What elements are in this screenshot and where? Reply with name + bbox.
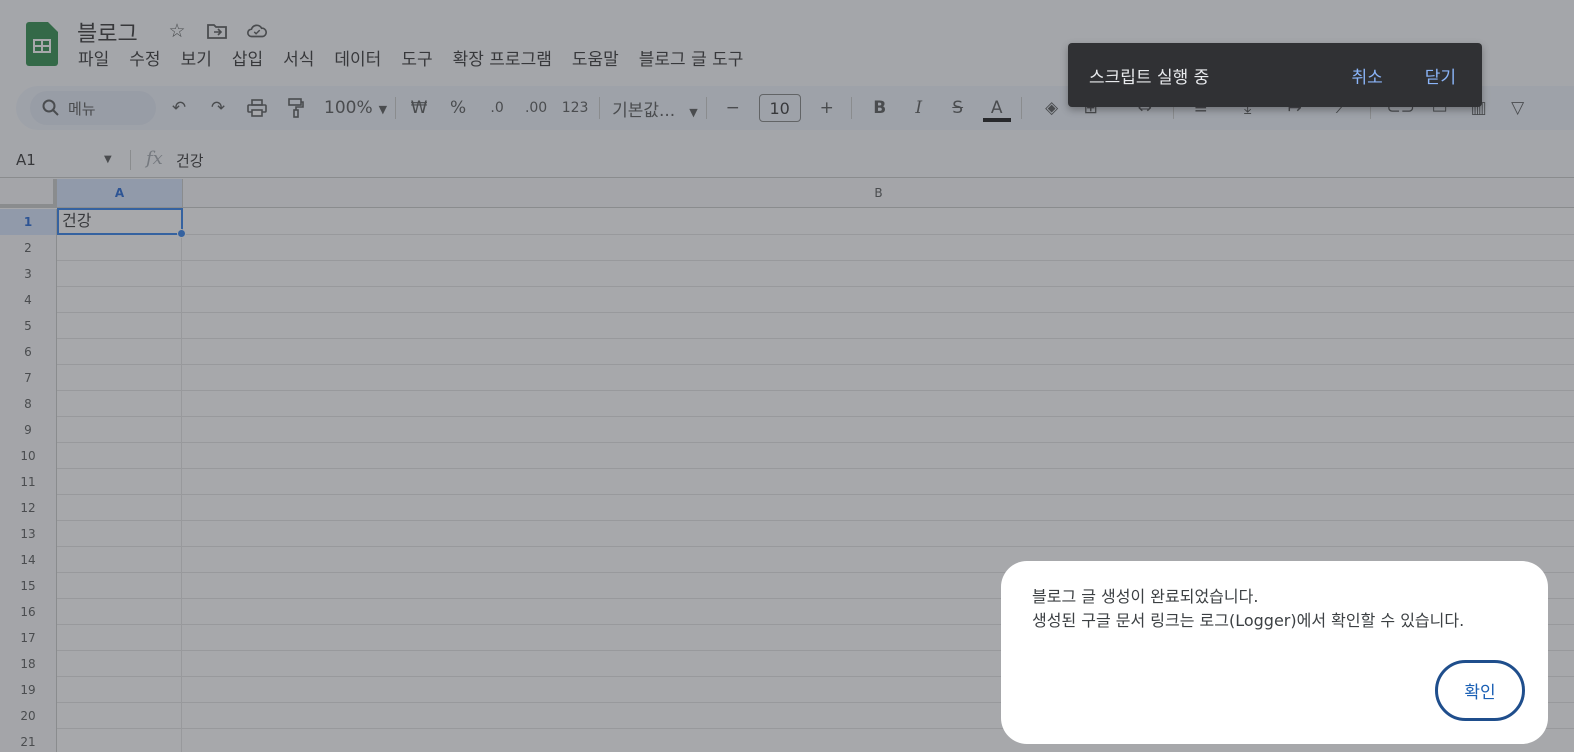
close-button[interactable]: 닫기 — [1425, 63, 1456, 88]
dialog-message: 블로그 글 생성이 완료되었습니다. 생성된 구글 문서 링크는 로그(Logg… — [1032, 585, 1464, 633]
alert-dialog: 블로그 글 생성이 완료되었습니다. 생성된 구글 문서 링크는 로그(Logg… — [1001, 561, 1548, 744]
script-running-snackbar: 스크립트 실행 중 취소 닫기 — [1068, 43, 1482, 107]
dialog-line-2: 생성된 구글 문서 링크는 로그(Logger)에서 확인할 수 있습니다. — [1032, 611, 1465, 630]
snackbar-message: 스크립트 실행 중 — [1089, 67, 1210, 88]
dialog-line-1: 블로그 글 생성이 완료되었습니다. — [1032, 587, 1259, 606]
ok-button[interactable]: 확인 — [1435, 660, 1525, 721]
cancel-button[interactable]: 취소 — [1351, 63, 1382, 88]
